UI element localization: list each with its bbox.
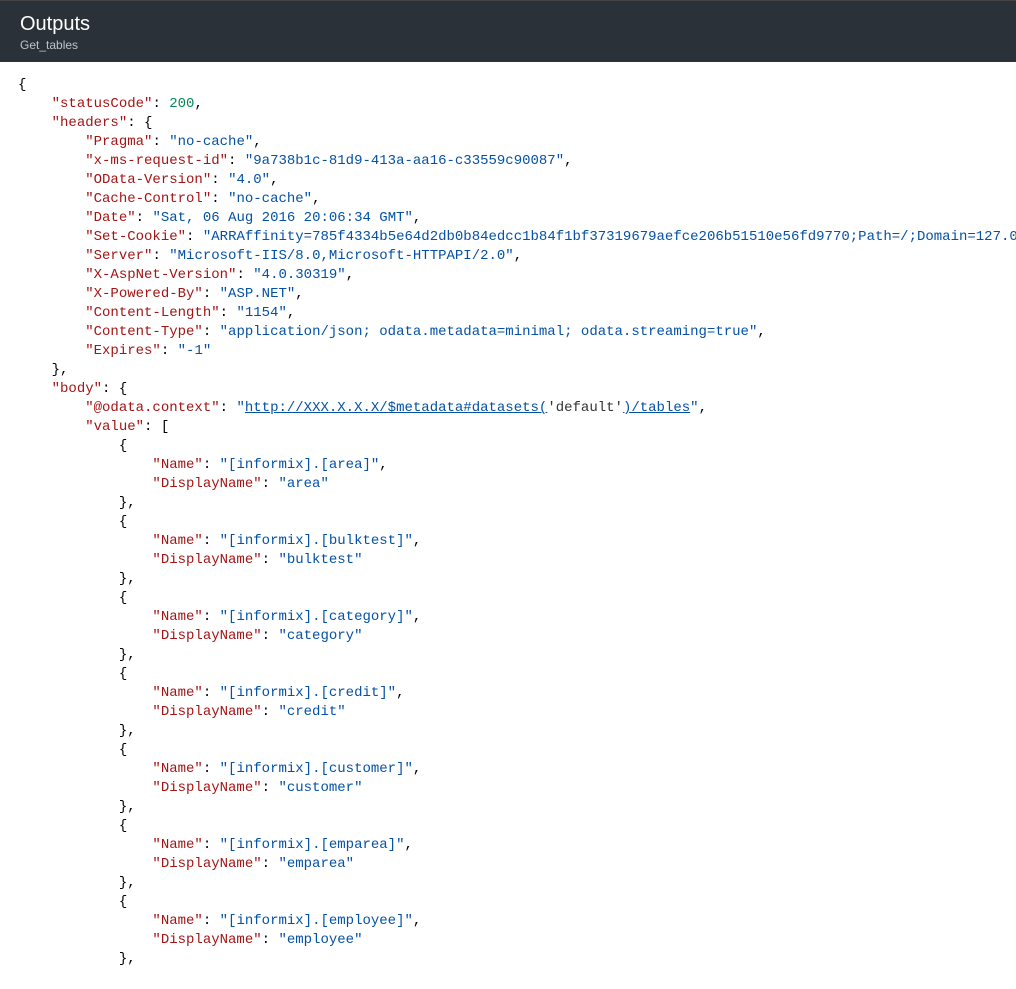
json-output: { "statusCode": 200, "headers": { "Pragm… bbox=[0, 62, 1016, 983]
outputs-header: Outputs Get_tables bbox=[0, 0, 1016, 62]
panel-title: Outputs bbox=[20, 13, 996, 36]
panel-subtitle: Get_tables bbox=[20, 38, 996, 52]
